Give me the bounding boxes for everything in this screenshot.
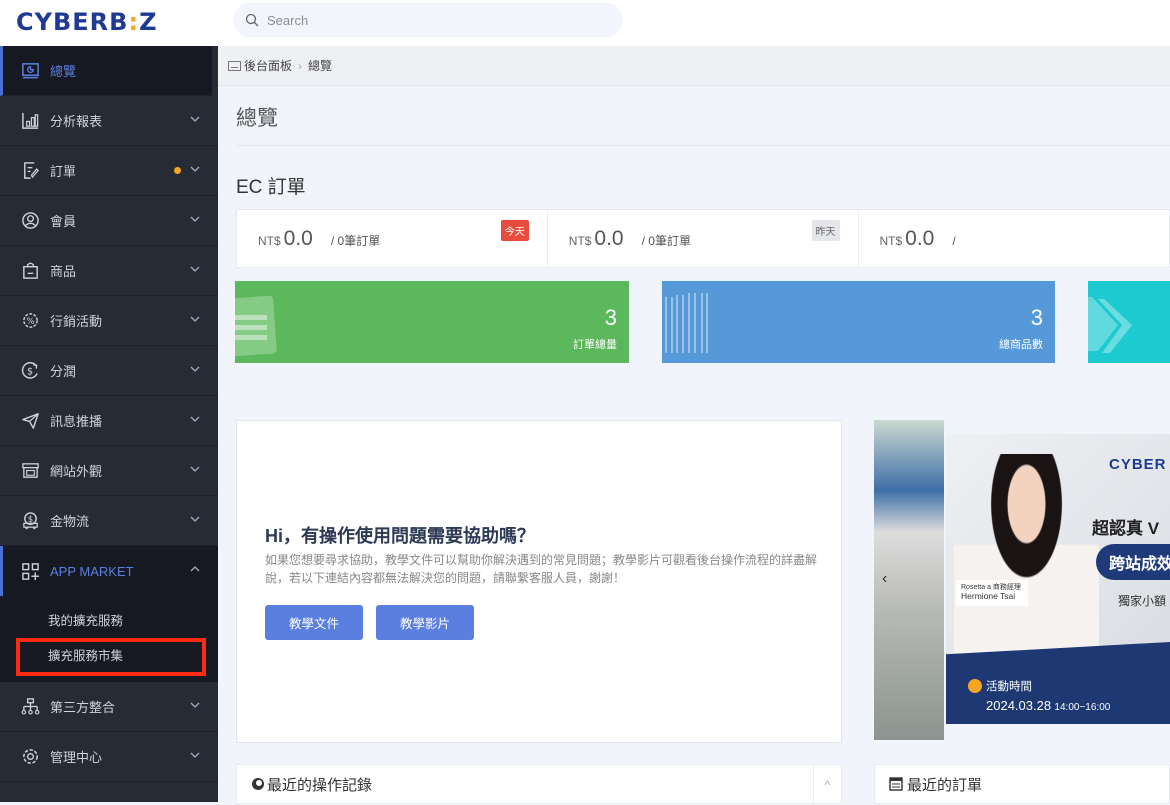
order-edit-icon [20, 161, 40, 181]
paper-plane-icon [20, 411, 40, 431]
stat-yesterday: NT$ 0.0 / 0筆訂單 昨天 [548, 210, 859, 267]
speaker-tag: Rosetta a 商務經理 Hermione Tsai [956, 580, 1028, 606]
app-market-submenu: 我的擴充服務 擴充服務市集 [0, 596, 218, 682]
sidebar-item-overview[interactable]: 總覽 [0, 46, 212, 96]
document-icon [235, 295, 277, 357]
search-icon [245, 13, 259, 27]
promo-banner-carousel[interactable]: ‹ CYBER 超認真 V 跨站成效 獨家小額 Rosetta a 商務經理 He… [874, 420, 1170, 740]
list-icon [889, 777, 903, 791]
tile-total-products[interactable]: 3 總商品數 [662, 281, 1055, 363]
chevron-down-icon [190, 266, 200, 272]
sidebar-item-payment-logistics[interactable]: $ 金物流 [0, 496, 218, 546]
chevron-down-icon [190, 516, 200, 522]
tile-third[interactable] [1088, 281, 1170, 363]
promo-banner[interactable]: CYBER 超認真 V 跨站成效 獨家小額 Rosetta a 商務經理 Herm… [946, 434, 1170, 724]
chevron-right-icon [1088, 297, 1132, 353]
sidebar-item-analytics[interactable]: 分析報表 [0, 96, 218, 146]
dollar-refresh-icon: $ [20, 361, 40, 381]
barcode-icon [665, 293, 708, 353]
discount-badge-icon: % [20, 311, 40, 331]
collapse-button[interactable]: ^ [813, 765, 841, 805]
notification-dot [174, 167, 181, 174]
svg-text:$: $ [27, 366, 33, 377]
chevron-down-icon [190, 752, 200, 758]
highlight-box [16, 638, 206, 676]
chevron-up-icon [190, 566, 200, 572]
search-input[interactable] [267, 12, 607, 28]
sidebar-item-commission[interactable]: $ 分潤 [0, 346, 218, 396]
storefront-icon [20, 461, 40, 481]
yesterday-badge: 昨天 [811, 220, 840, 241]
search-box[interactable] [233, 3, 623, 37]
sidebar-item-marketing[interactable]: % 行銷活動 [0, 296, 218, 346]
chevron-down-icon [190, 466, 200, 472]
sales-stats: NT$ 0.0 / 0筆訂單 今天 NT$ 0.0 / 0筆訂單 昨天 NT$ … [236, 209, 1170, 268]
breadcrumb-root[interactable]: 後台面板 [244, 57, 292, 74]
tutorial-videos-button[interactable]: 教學影片 [376, 605, 474, 640]
tile-total-orders[interactable]: 3 訂單總量 [235, 281, 629, 363]
dashboard-icon [20, 61, 40, 81]
divider [236, 145, 1170, 146]
chevron-down-icon [190, 416, 200, 422]
sidebar-item-members[interactable]: 會員 [0, 196, 218, 246]
sidebar-item-orders[interactable]: 訂單 [0, 146, 218, 196]
sidebar-item-products[interactable]: 商品 [0, 246, 218, 296]
sidebar: 總覽 分析報表 訂單 會員 商品 % 行銷活動 $ 分潤 訊息推播 網站外觀 $… [0, 46, 218, 802]
shopping-bag-icon [20, 261, 40, 281]
app-grid-plus-icon [20, 561, 40, 581]
recent-operations-panel: 最近的操作記錄 ^ [236, 764, 842, 805]
chevron-down-icon [190, 366, 200, 372]
breadcrumb-separator: › [298, 58, 303, 73]
speaker-photo [954, 454, 1099, 654]
sidebar-item-app-market[interactable]: APP MARKET [0, 546, 218, 596]
chevron-down-icon [190, 702, 200, 708]
today-badge: 今天 [500, 220, 529, 241]
tutorial-docs-button[interactable]: 教學文件 [265, 605, 363, 640]
svg-text:%: % [26, 317, 34, 327]
eye-icon [252, 778, 264, 790]
clock-icon [968, 679, 982, 693]
sidebar-item-admin-center[interactable]: 管理中心 [0, 732, 218, 782]
delivery-truck-icon: $ [20, 511, 40, 531]
network-icon [20, 697, 40, 717]
help-card: Hi，有操作使用問題需要協助嗎？ 如果您想要尋求協助，教學文件可以幫助你解決遇到… [236, 420, 842, 743]
sidebar-subitem-extension-marketplace[interactable]: 擴充服務市集 [0, 637, 218, 676]
sidebar-item-push-messages[interactable]: 訊息推播 [0, 396, 218, 446]
top-bar: CYBERB:Z [0, 0, 1170, 46]
keyboard-icon [228, 60, 241, 71]
chevron-down-icon [190, 316, 200, 322]
carousel-prev-button[interactable]: ‹ [882, 570, 887, 588]
bar-chart-icon [20, 111, 40, 131]
sidebar-subitem-my-extensions[interactable]: 我的擴充服務 [0, 602, 218, 637]
section-title: EC 訂單 [236, 177, 306, 198]
page-title: 總覽 [236, 107, 278, 130]
user-circle-icon [20, 211, 40, 231]
gear-icon [20, 747, 40, 767]
stat-today: NT$ 0.0 / 0筆訂單 今天 [237, 210, 548, 267]
cyberbiz-logo[interactable]: CYBERB:Z [16, 8, 157, 36]
breadcrumb-current: 總覽 [308, 59, 333, 73]
chevron-down-icon [190, 216, 200, 222]
help-title: Hi，有操作使用問題需要協助嗎？ [265, 526, 535, 546]
chevron-down-icon [190, 116, 200, 122]
stat-third: NT$ 0.0 / [879, 226, 956, 250]
sidebar-item-appearance[interactable]: 網站外觀 [0, 446, 218, 496]
sidebar-item-third-party[interactable]: 第三方整合 [0, 682, 218, 732]
help-description: 如果您想要尋求協助，教學文件可以幫助你解決遇到的常見問題；教學影片可觀看後台操作… [265, 553, 818, 585]
breadcrumb: 後台面板 › 總覽 [218, 46, 1170, 86]
chevron-down-icon [190, 166, 200, 172]
recent-orders-panel: 最近的訂單 [874, 764, 1170, 804]
